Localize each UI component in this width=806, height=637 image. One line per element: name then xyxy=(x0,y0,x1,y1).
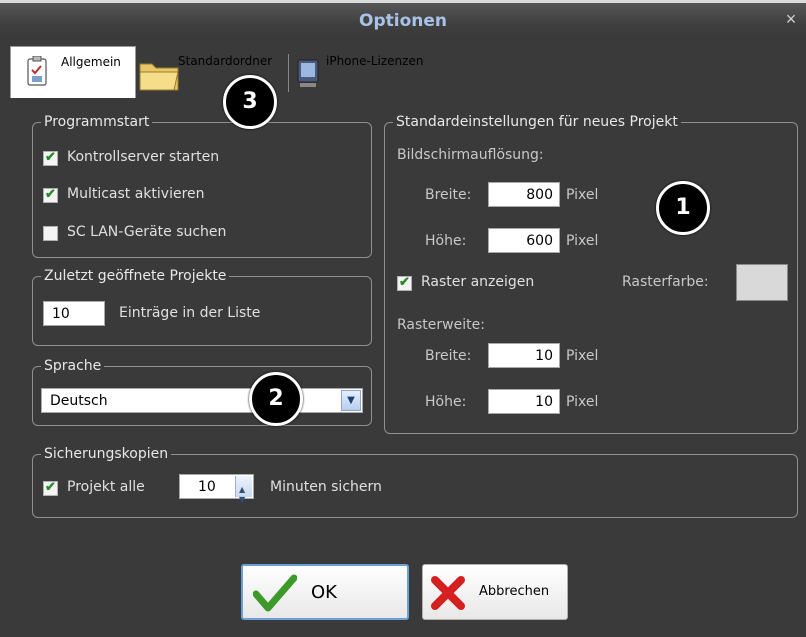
tab-strip: Allgemein Standardordner iPhone-Lizenzen xyxy=(10,46,800,99)
unit-label: Pixel xyxy=(566,233,599,249)
window-title: Optionen xyxy=(359,11,447,31)
resolution-label: Bildschirmauflösung: xyxy=(397,147,544,163)
recent-count-input[interactable]: 10 xyxy=(43,301,105,326)
group-title: Sprache xyxy=(41,358,105,374)
width-input[interactable]: 800 xyxy=(488,182,560,207)
check-mark: ✔ xyxy=(45,186,56,201)
checkbox-sc-lan[interactable] xyxy=(43,226,58,241)
checklist-icon xyxy=(27,56,47,86)
annotation-badge-3: 3 xyxy=(223,75,277,129)
tab-divider xyxy=(288,54,289,92)
title-bar[interactable]: Optionen × xyxy=(0,0,806,40)
grid-w-input[interactable]: 10 xyxy=(488,343,560,368)
tab-label: iPhone-Lizenzen xyxy=(326,54,424,68)
group-recent-projects: Zuletzt geöffnete Projekte 10 Einträge i… xyxy=(32,268,372,346)
group-language: Sprache Deutsch ▼ xyxy=(32,358,372,426)
height-label: Höhe: xyxy=(425,233,467,249)
cancel-button[interactable]: Abbrechen xyxy=(422,564,568,620)
check-mark: ✔ xyxy=(399,274,410,289)
checkbox-projekt-alle[interactable]: ✔ xyxy=(43,479,58,496)
chevron-down-icon[interactable]: ▼ xyxy=(341,390,361,411)
tab-allgemein[interactable]: Allgemein xyxy=(10,46,136,99)
checkbox-multicast[interactable]: ✔ xyxy=(43,186,58,203)
grid-h-input[interactable]: 10 xyxy=(488,389,560,414)
unit-label: Pixel xyxy=(566,394,599,410)
top-border xyxy=(0,0,806,3)
group-backup: Sicherungskopien ✔ Projekt alle 10 ▲ ▼ M… xyxy=(32,446,798,518)
grid-color-label: Rasterfarbe: xyxy=(622,274,709,290)
tab-content: Programmstart ✔ Kontrollserver starten ✔… xyxy=(10,75,800,637)
recent-suffix: Einträge in der Liste xyxy=(119,305,261,321)
checkbox-raster-anzeigen[interactable]: ✔ xyxy=(397,274,412,291)
checkbox-label: Projekt alle xyxy=(67,479,145,495)
tab-label: Standardordner xyxy=(178,54,273,68)
group-programmstart: Programmstart ✔ Kontrollserver starten ✔… xyxy=(32,114,372,258)
checkbox-label: Multicast aktivieren xyxy=(67,186,205,202)
unit-label: Pixel xyxy=(566,187,599,203)
folder-icon xyxy=(139,63,179,91)
grid-color-swatch[interactable] xyxy=(736,264,788,301)
unit-label: Pixel xyxy=(566,348,599,364)
language-value: Deutsch xyxy=(50,393,108,409)
grid-h-label: Höhe: xyxy=(425,394,467,410)
tab-iphone-lizenzen[interactable]: iPhone-Lizenzen xyxy=(290,46,450,96)
cancel-label: Abbrechen xyxy=(479,584,550,599)
language-select[interactable]: Deutsch ▼ xyxy=(41,388,363,413)
check-mark: ✔ xyxy=(45,149,56,164)
checkmark-icon xyxy=(253,574,297,612)
options-dialog: Optionen × Allgemein Standardordner iPho… xyxy=(0,0,806,637)
grid-width-label: Rasterweite: xyxy=(397,317,485,333)
group-project-defaults: Standardeinstellungen für neues Projekt … xyxy=(384,114,798,434)
close-icon[interactable]: × xyxy=(782,10,800,28)
group-title: Sicherungskopien xyxy=(41,446,172,462)
device-icon xyxy=(297,59,319,87)
height-input[interactable]: 600 xyxy=(488,228,560,253)
annotation-badge-2: 2 xyxy=(249,372,303,426)
group-title: Standardeinstellungen für neues Projekt xyxy=(393,114,681,130)
close-x-icon xyxy=(431,576,465,610)
width-label: Breite: xyxy=(425,187,472,203)
backup-minutes-stepper[interactable]: 10 ▲ ▼ xyxy=(179,474,254,504)
checkbox-label: Raster anzeigen xyxy=(421,274,535,290)
checkbox-label: SC LAN-Geräte suchen xyxy=(67,224,227,240)
spin-down-icon[interactable]: ▼ xyxy=(239,487,245,512)
ok-button[interactable]: OK xyxy=(241,564,409,620)
check-mark: ✔ xyxy=(45,479,56,494)
ok-label: OK xyxy=(311,582,337,603)
spin-buttons[interactable]: ▲ ▼ xyxy=(235,476,252,504)
checkbox-kontrollserver[interactable]: ✔ xyxy=(43,149,58,166)
group-title: Programmstart xyxy=(41,114,153,130)
backup-suffix: Minuten sichern xyxy=(270,479,382,495)
checkbox-label: Kontrollserver starten xyxy=(67,149,220,165)
annotation-badge-1: 1 xyxy=(656,181,710,235)
tab-label: Allgemein xyxy=(61,55,121,69)
backup-minutes-value: 10 xyxy=(198,479,216,495)
group-title: Zuletzt geöffnete Projekte xyxy=(41,268,230,284)
grid-w-label: Breite: xyxy=(425,348,472,364)
